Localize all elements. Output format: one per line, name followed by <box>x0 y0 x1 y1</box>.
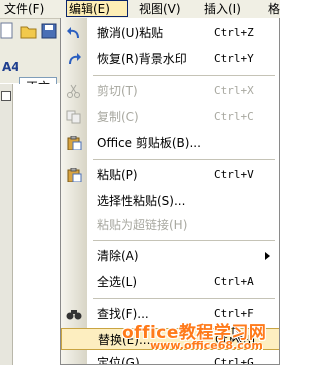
menu-item-label: 撤消(U)粘贴 <box>97 26 164 40</box>
menu-item-label: 全选(L) <box>97 275 138 289</box>
redo-icon <box>69 53 81 65</box>
menu-item-shortcut: Ctrl+A <box>214 275 254 288</box>
undo-icon <box>67 27 79 39</box>
toolbar: A4 正文 <box>0 19 62 97</box>
menu-item-shortcut: Ctrl+X <box>214 84 254 97</box>
new-document-icon[interactable] <box>0 22 16 40</box>
menu-separator <box>93 75 275 76</box>
menu-edit[interactable]: 编辑(E) <box>66 0 128 17</box>
save-icon[interactable] <box>40 22 58 40</box>
menu-item-label: Office 剪贴板(B)... <box>97 136 201 150</box>
binoculars-icon <box>66 310 82 320</box>
tab-selector[interactable] <box>1 91 11 101</box>
styles-pane-icon[interactable]: A4 <box>2 57 18 75</box>
vertical-ruler <box>0 84 13 365</box>
menu-insert[interactable]: 插入(I) <box>202 0 243 18</box>
menu-item-label: 清除(A) <box>97 249 139 263</box>
menu-separator <box>93 298 275 299</box>
copy-icon <box>66 110 81 124</box>
menu-item-shortcut: Ctrl+G <box>214 356 254 365</box>
menu-item-paste-hyperlink: 粘贴为超链接(H) <box>61 214 279 236</box>
menu-separator <box>93 240 275 241</box>
font-glyph: A4 <box>2 60 18 74</box>
menu-item-shortcut: Ctrl+V <box>214 168 254 181</box>
menubar: 文件(F) 编辑(E) 视图(V) 插入(I) 格 <box>0 0 280 19</box>
menu-item-office-clipboard[interactable]: Office 剪贴板(B)... <box>61 132 279 154</box>
menu-item-copy: 复制(C) Ctrl+C <box>61 106 279 128</box>
watermark-url: www.office68.com <box>150 339 263 352</box>
clipboard-icon <box>67 136 82 150</box>
menu-file[interactable]: 文件(F) <box>2 0 46 18</box>
menu-item-label: 复制(C) <box>97 110 139 124</box>
paste-icon <box>67 168 82 182</box>
scissors-icon <box>67 84 80 98</box>
menu-item-label: 剪切(T) <box>97 84 138 98</box>
menu-item-label: 粘贴为超链接(H) <box>97 218 188 232</box>
menu-item-goto[interactable]: 定位(G)... Ctrl+G <box>61 352 279 365</box>
menu-item-paste-special[interactable]: 选择性粘贴(S)... <box>61 190 279 212</box>
menu-item-shortcut: Ctrl+C <box>214 110 254 123</box>
menu-item-clear[interactable]: 清除(A) <box>61 245 279 267</box>
menu-item-label: 选择性粘贴(S)... <box>97 194 186 208</box>
menu-separator <box>93 159 275 160</box>
open-folder-icon[interactable] <box>20 22 38 40</box>
menu-item-redo[interactable]: 恢复(R)背景水印 Ctrl+Y <box>61 48 279 70</box>
edit-menu: 撤消(U)粘贴 Ctrl+Z 恢复(R)背景水印 Ctrl+Y 剪切(T) Ct… <box>60 18 280 365</box>
menu-item-select-all[interactable]: 全选(L) Ctrl+A <box>61 271 279 293</box>
menu-item-shortcut: Ctrl+Y <box>214 52 254 65</box>
menu-item-label: 粘贴(P) <box>97 168 138 182</box>
menu-item-cut: 剪切(T) Ctrl+X <box>61 80 279 102</box>
menu-item-paste[interactable]: 粘贴(P) Ctrl+V <box>61 164 279 186</box>
submenu-arrow-icon <box>265 252 270 260</box>
menu-format[interactable]: 格 <box>266 0 282 18</box>
menu-item-shortcut: Ctrl+Z <box>214 26 254 39</box>
menu-item-label: 定位(G)... <box>97 356 152 365</box>
menu-view[interactable]: 视图(V) <box>137 0 183 18</box>
menu-item-label: 恢复(R)背景水印 <box>97 52 187 66</box>
menu-item-undo[interactable]: 撤消(U)粘贴 Ctrl+Z <box>61 22 279 44</box>
